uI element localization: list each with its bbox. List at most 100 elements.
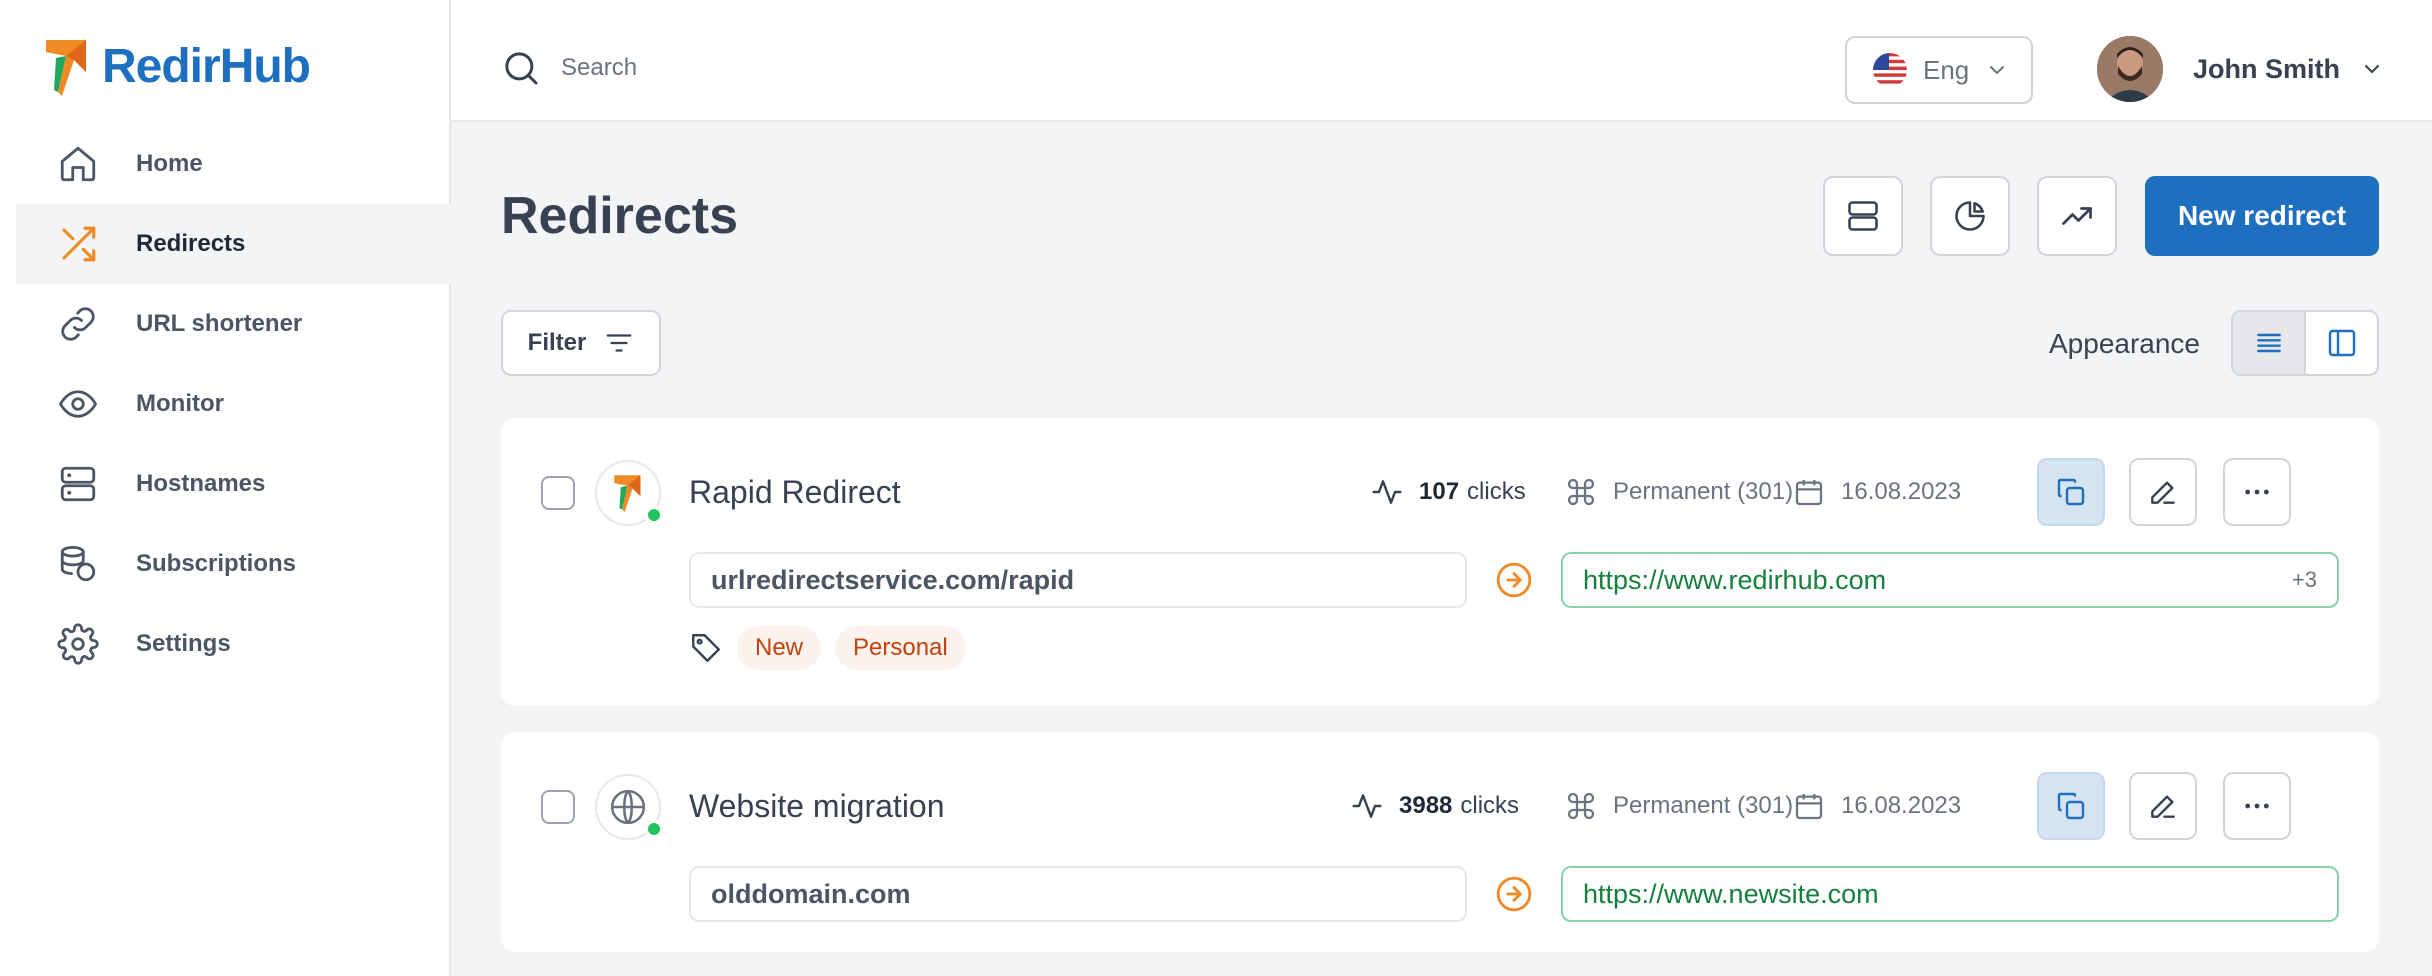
- page-title: Redirects: [501, 187, 738, 245]
- avatar[interactable]: [2097, 36, 2163, 102]
- command-icon: [1567, 792, 1595, 820]
- clicks-count: 107: [1419, 478, 1460, 505]
- sidebar-panel-icon: [2328, 329, 2355, 357]
- sidebar-item-label: Home: [136, 150, 203, 177]
- analytics-pie-button[interactable]: [1930, 176, 2010, 256]
- redirect-card: Website migration 3988 clicks Permanent …: [501, 732, 2379, 952]
- coins-icon: [56, 542, 100, 586]
- ellipsis-icon: [2245, 489, 2269, 495]
- more-options-button[interactable]: [2223, 772, 2291, 840]
- calendar-icon: [1795, 480, 1823, 506]
- topbar: Eng John Smith: [451, 0, 2432, 122]
- redirect-favicon: [595, 460, 663, 526]
- redirhub-logo-icon: [614, 475, 641, 512]
- list-view-button[interactable]: [2233, 312, 2306, 374]
- copy-button[interactable]: [2037, 458, 2105, 526]
- destination-url-text: https://www.redirhub.com: [1583, 564, 1887, 595]
- appearance-label: Appearance: [2049, 328, 2201, 359]
- search-input[interactable]: [561, 54, 1061, 82]
- tag-chip[interactable]: New: [737, 626, 822, 670]
- search-box[interactable]: [501, 48, 1061, 88]
- edit-button[interactable]: [2129, 458, 2197, 526]
- gear-icon: [56, 622, 100, 666]
- home-icon: [56, 142, 100, 186]
- appearance-toggle: [2231, 310, 2379, 376]
- clicks-stat: 107 clicks: [1371, 476, 1526, 508]
- calendar-icon: [1795, 794, 1823, 820]
- status-online-dot: [645, 506, 663, 524]
- filter-button[interactable]: Filter: [501, 310, 661, 376]
- copy-button[interactable]: [2037, 772, 2105, 840]
- copy-icon: [2057, 478, 2085, 506]
- sidebar-item-home[interactable]: Home: [16, 124, 451, 204]
- activity-icon: [1372, 480, 1402, 504]
- new-redirect-button[interactable]: New redirect: [2145, 176, 2379, 256]
- filter-label: Filter: [527, 329, 587, 356]
- pencil-icon: [2151, 795, 2175, 818]
- redirhub-logo-icon: [46, 40, 86, 96]
- sidebar-item-settings[interactable]: Settings: [16, 604, 451, 684]
- redirect-name: Rapid Redirect: [689, 474, 901, 510]
- sidebar-item-url-shortener[interactable]: URL shortener: [16, 284, 451, 364]
- status-online-dot: [645, 820, 663, 838]
- language-label: Eng: [1923, 54, 1970, 85]
- ellipsis-icon: [2245, 803, 2269, 809]
- sidebar-item-label: Redirects: [136, 230, 246, 257]
- more-options-button[interactable]: [2223, 458, 2291, 526]
- logo[interactable]: RedirHub: [42, 38, 311, 96]
- source-url: olddomain.com: [689, 866, 1467, 922]
- sidebar: RedirHub Home Redirects URL shortener Mo…: [0, 0, 451, 976]
- trends-button[interactable]: [2037, 176, 2117, 256]
- copy-icon: [2057, 792, 2085, 820]
- list-icon: [2256, 333, 2281, 353]
- server-icon: [1848, 201, 1878, 231]
- destination-url[interactable]: https://www.newsite.com: [1561, 866, 2339, 922]
- redirect-date-label: 16.08.2023: [1841, 792, 1962, 819]
- sidebar-item-monitor[interactable]: Monitor: [16, 364, 451, 444]
- clicks-label: clicks: [1460, 792, 1520, 819]
- redirect-date: 16.08.2023: [1793, 790, 1961, 822]
- sidebar-item-label: Subscriptions: [136, 550, 297, 577]
- chevron-down-icon: [1990, 66, 2005, 74]
- search-icon: [505, 52, 538, 85]
- language-select[interactable]: Eng: [1845, 36, 2033, 104]
- redirect-favicon: [595, 774, 663, 840]
- clicks-label: clicks: [1467, 478, 1526, 505]
- us-flag-icon: [1873, 53, 1907, 87]
- server-icon: [56, 462, 100, 506]
- source-url: urlredirectservice.com/rapid: [689, 552, 1467, 608]
- destination-url[interactable]: https://www.redirhub.com +3: [1561, 552, 2339, 608]
- sidebar-item-label: Monitor: [136, 390, 224, 417]
- select-checkbox[interactable]: [541, 476, 575, 510]
- tag-icon: [692, 634, 720, 662]
- chevron-down-icon: [2365, 65, 2379, 73]
- redirect-date: 16.08.2023: [1793, 476, 1961, 508]
- extra-destinations-badge[interactable]: +3: [2292, 567, 2317, 593]
- select-checkbox[interactable]: [541, 790, 575, 824]
- sidebar-item-hostnames[interactable]: Hostnames: [16, 444, 451, 524]
- sidebar-item-subscriptions[interactable]: Subscriptions: [16, 524, 451, 604]
- clicks-stat: 3988 clicks: [1351, 790, 1519, 822]
- arrow-right-circle-icon: [1496, 562, 1532, 598]
- sidebar-item-label: Hostnames: [136, 470, 266, 497]
- edit-button[interactable]: [2129, 772, 2197, 840]
- redirect-name: Website migration: [689, 788, 945, 824]
- destination-url-text: https://www.newsite.com: [1583, 878, 1879, 909]
- shuffle-icon: [56, 222, 100, 266]
- redirect-date-label: 16.08.2023: [1841, 478, 1962, 505]
- user-menu[interactable]: John Smith: [2097, 36, 2384, 102]
- panel-view-button[interactable]: [2306, 312, 2377, 374]
- sidebar-item-label: Settings: [136, 630, 231, 657]
- sidebar-item-redirects[interactable]: Redirects: [16, 204, 451, 284]
- user-name: John Smith: [2193, 53, 2340, 84]
- redirect-type-label: Permanent (301): [1613, 792, 1794, 819]
- tag-chip[interactable]: Personal: [835, 626, 966, 670]
- redirect-type: Permanent (301): [1565, 790, 1793, 822]
- command-icon: [1567, 478, 1595, 506]
- pencil-icon: [2151, 481, 2175, 504]
- redirect-card: Rapid Redirect 107 clicks Permanent (301…: [501, 418, 2379, 706]
- brand-name: RedirHub: [102, 40, 311, 93]
- hostnames-view-button[interactable]: [1823, 176, 1903, 256]
- redirect-type-label: Permanent (301): [1613, 478, 1794, 505]
- sidebar-item-label: URL shortener: [136, 310, 303, 337]
